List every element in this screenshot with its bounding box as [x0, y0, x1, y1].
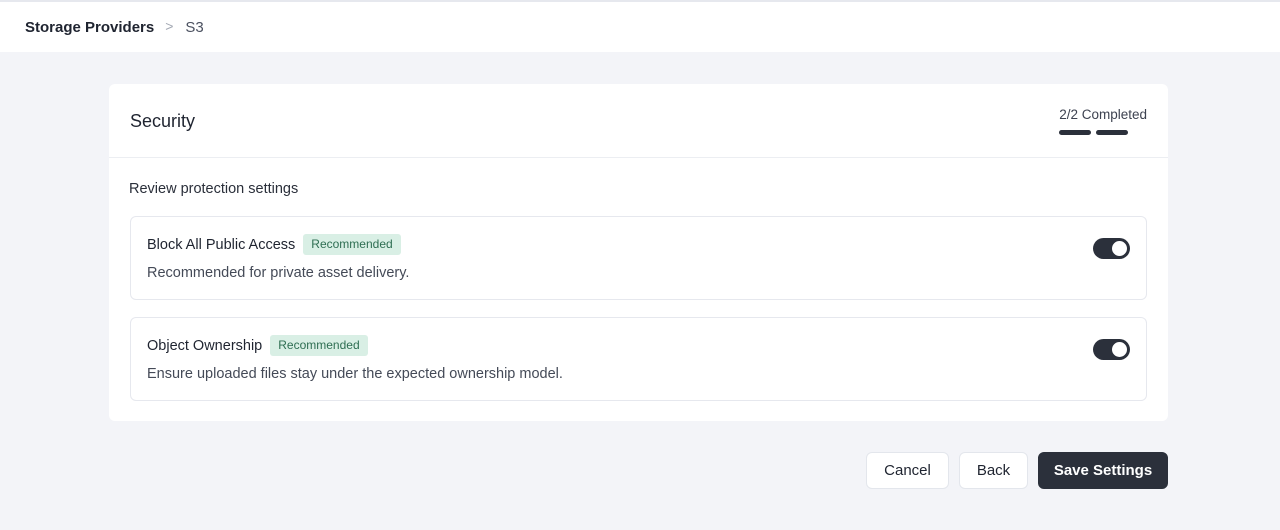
option-title: Object Ownership	[147, 337, 263, 354]
toggle-knob	[1112, 342, 1127, 357]
toggle-knob	[1112, 241, 1127, 256]
option-description: Recommended for private asset delivery.	[147, 265, 410, 281]
progress-bars	[1059, 130, 1147, 135]
option-description: Ensure uploaded files stay under the exp…	[147, 366, 563, 382]
option-block-public-access: Block All Public Access Recommended Reco…	[130, 216, 1147, 300]
card-header: Security 2/2 Completed	[109, 84, 1168, 158]
chevron-right-icon: >	[165, 18, 174, 34]
save-settings-button[interactable]: Save Settings	[1038, 452, 1168, 489]
object-ownership-toggle[interactable]	[1093, 339, 1130, 360]
back-button[interactable]: Back	[959, 452, 1028, 489]
top-bar: Storage Providers > S3	[0, 0, 1280, 52]
option-title-row: Block All Public Access Recommended	[147, 234, 401, 255]
action-bar: Cancel Back Save Settings	[866, 452, 1168, 489]
breadcrumb-storage-providers[interactable]: Storage Providers	[25, 19, 154, 36]
security-card: Security 2/2 Completed Review protection…	[109, 84, 1168, 421]
cancel-button[interactable]: Cancel	[866, 452, 949, 489]
breadcrumb-current: S3	[185, 18, 204, 36]
option-title-row: Object Ownership Recommended	[147, 335, 368, 356]
recommended-badge: Recommended	[303, 234, 401, 255]
section-label: Review protection settings	[129, 181, 299, 197]
option-object-ownership: Object Ownership Recommended Ensure uplo…	[130, 317, 1147, 401]
page-title: Security	[130, 111, 196, 131]
block-public-access-toggle[interactable]	[1093, 238, 1130, 259]
breadcrumb: Storage Providers > S3	[25, 18, 204, 36]
progress-segment	[1059, 130, 1092, 135]
recommended-badge: Recommended	[270, 335, 368, 356]
option-title: Block All Public Access	[147, 236, 296, 253]
progress-segment	[1096, 130, 1129, 135]
progress-text: 2/2 Completed	[1059, 107, 1147, 122]
progress-indicator: 2/2 Completed	[1059, 107, 1147, 135]
